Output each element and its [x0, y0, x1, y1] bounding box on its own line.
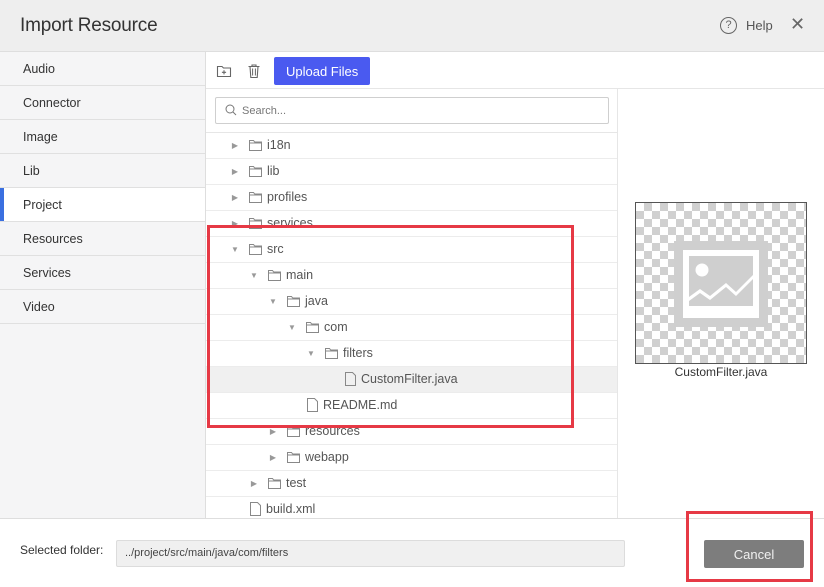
selected-folder-label: Selected folder:: [20, 543, 104, 557]
tree-item-label: src: [267, 242, 284, 256]
tree-folder-row[interactable]: ▼ main: [206, 263, 617, 289]
sidebar-item-label: Lib: [23, 164, 40, 178]
caret-right-icon[interactable]: ▶: [268, 419, 278, 444]
folder-icon: [249, 218, 262, 229]
folder-icon: [306, 322, 319, 333]
tree-folder-row[interactable]: ▶ i18n: [206, 133, 617, 159]
caret-right-icon[interactable]: ▶: [230, 211, 240, 236]
tree-folder-row[interactable]: ▶ lib: [206, 159, 617, 185]
caret-down-icon[interactable]: ▼: [249, 263, 259, 288]
caret-right-icon[interactable]: ▶: [230, 185, 240, 210]
tree-item-label: README.md: [323, 398, 398, 412]
tree-folder-row[interactable]: ▼ java: [206, 289, 617, 315]
tree-item-label: CustomFilter.java: [361, 372, 458, 386]
close-icon[interactable]: ✕: [790, 14, 805, 34]
tree-item-label: build.xml: [266, 502, 316, 516]
search-icon: [225, 104, 237, 116]
resource-category-sidebar: Audio Connector Image Lib Project Resour…: [0, 52, 206, 518]
caret-right-icon[interactable]: ▶: [230, 159, 240, 184]
image-placeholder-icon: [674, 241, 768, 327]
tree-item-label: com: [324, 320, 348, 334]
tree-folder-row[interactable]: ▶ services: [206, 211, 617, 237]
trash-icon[interactable]: [246, 63, 262, 79]
sidebar-item-label: Image: [23, 130, 58, 144]
caret-down-icon[interactable]: ▼: [230, 237, 240, 262]
folder-icon: [287, 452, 300, 463]
caret-right-icon[interactable]: ▶: [230, 133, 240, 158]
caret-right-icon[interactable]: ▶: [268, 445, 278, 470]
tree-file-row[interactable]: build.xml: [206, 497, 617, 518]
folder-icon: [249, 192, 262, 203]
tree-folder-row[interactable]: ▶ webapp: [206, 445, 617, 471]
tree-file-row[interactable]: README.md: [206, 393, 617, 419]
file-tree: ▶ i18n ▶ lib ▶ profiles ▶ services ▼ src ▼ main ▼ jav…: [206, 132, 617, 518]
tree-file-row[interactable]: CustomFilter.java: [206, 367, 617, 393]
sidebar-item-label: Resources: [23, 232, 83, 246]
sidebar-item-label: Connector: [23, 96, 81, 110]
caret-down-icon[interactable]: ▼: [287, 315, 297, 340]
tree-folder-row[interactable]: ▼ com: [206, 315, 617, 341]
caret-right-icon[interactable]: ▶: [249, 471, 259, 496]
sidebar-item-image[interactable]: Image: [0, 120, 205, 154]
sidebar-item-project[interactable]: Project: [0, 188, 205, 222]
search-input[interactable]: [242, 100, 602, 121]
folder-icon: [287, 296, 300, 307]
folder-icon: [325, 348, 338, 359]
tree-folder-row[interactable]: ▼ src: [206, 237, 617, 263]
tree-item-label: i18n: [267, 138, 291, 152]
import-resource-dialog: Import Resource ? Help ✕ Audio Connector…: [0, 0, 824, 587]
folder-icon: [287, 426, 300, 437]
tree-item-label: main: [286, 268, 314, 282]
file-icon: [307, 398, 318, 412]
file-icon: [345, 372, 356, 386]
folder-icon: [268, 270, 281, 281]
sidebar-item-services[interactable]: Services: [0, 256, 205, 290]
dialog-footer: Selected folder: ../project/src/main/jav…: [0, 518, 824, 587]
tree-folder-row[interactable]: ▼ filters: [206, 341, 617, 367]
question-circle-icon: ?: [720, 17, 737, 34]
folder-icon: [249, 166, 262, 177]
sidebar-item-lib[interactable]: Lib: [0, 154, 205, 188]
tree-item-label: webapp: [305, 450, 349, 464]
sidebar-item-label: Project: [23, 198, 62, 212]
folder-icon: [249, 140, 262, 151]
sidebar-item-audio[interactable]: Audio: [0, 52, 205, 86]
file-icon: [250, 502, 261, 516]
folder-icon: [249, 244, 262, 255]
selected-folder-path: ../project/src/main/java/com/filters: [116, 540, 625, 567]
tree-item-label: lib: [267, 164, 280, 178]
tree-item-label: java: [305, 294, 328, 308]
sidebar-item-label: Video: [23, 300, 55, 314]
sidebar-item-video[interactable]: Video: [0, 290, 205, 324]
tree-item-label: test: [286, 476, 307, 490]
tree-item-label: services: [267, 216, 313, 230]
tree-item-label: resources: [305, 424, 360, 438]
preview-filename: CustomFilter.java: [674, 365, 768, 379]
tree-folder-row[interactable]: ▶ test: [206, 471, 617, 497]
cancel-button[interactable]: Cancel: [704, 540, 804, 568]
caret-down-icon[interactable]: ▼: [268, 289, 278, 314]
tree-item-label: filters: [343, 346, 373, 360]
tree-item-label: profiles: [267, 190, 308, 204]
dialog-header: Import Resource ? Help ✕: [0, 0, 824, 52]
upload-files-button[interactable]: Upload Files: [274, 57, 371, 85]
tree-folder-row[interactable]: ▶ profiles: [206, 185, 617, 211]
sidebar-item-resources[interactable]: Resources: [0, 222, 205, 256]
help-button[interactable]: ? Help: [720, 17, 773, 34]
file-toolbar: Upload Files: [206, 52, 824, 89]
file-preview-panel: CustomFilter.java: [618, 89, 824, 518]
help-label: Help: [746, 18, 773, 33]
dialog-title: Import Resource: [20, 15, 158, 36]
folder-icon: [268, 478, 281, 489]
preview-thumbnail: [635, 202, 807, 364]
folder-plus-icon[interactable]: [216, 63, 232, 79]
sidebar-item-label: Audio: [23, 62, 55, 76]
caret-down-icon[interactable]: ▼: [306, 341, 316, 366]
search-field[interactable]: [215, 97, 609, 124]
sidebar-item-label: Services: [23, 266, 71, 280]
file-tree-panel: ▶ i18n ▶ lib ▶ profiles ▶ services ▼ src ▼ main ▼ jav…: [206, 89, 618, 518]
tree-folder-row[interactable]: ▶ resources: [206, 419, 617, 445]
sidebar-item-connector[interactable]: Connector: [0, 86, 205, 120]
